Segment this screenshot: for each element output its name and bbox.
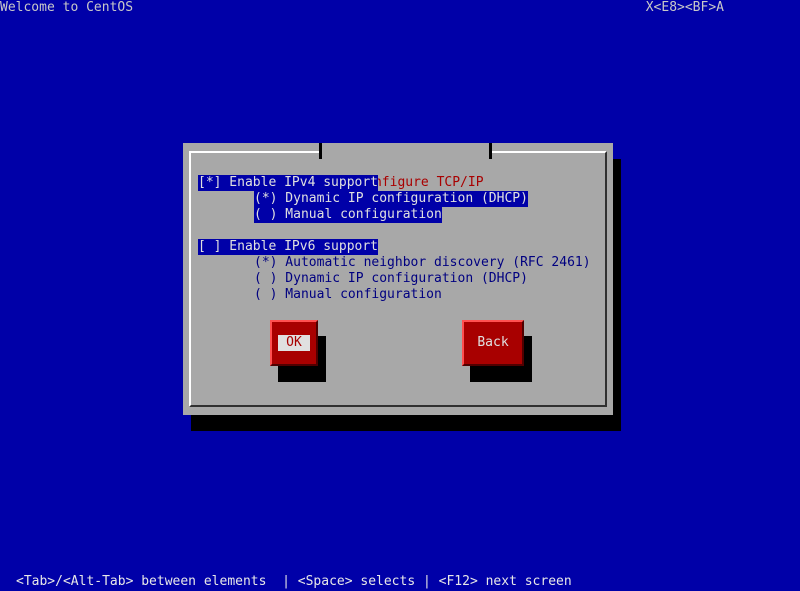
- configure-tcpip-dialog: Configure TCP/IP [*] Enable IPv4 support…: [183, 143, 613, 415]
- dialog-title: Configure TCP/IP: [319, 143, 492, 190]
- ok-button-label: OK: [278, 335, 310, 351]
- back-button[interactable]: Back: [462, 320, 524, 366]
- ipv4-manual-radio[interactable]: ( ) Manual configuration: [254, 207, 442, 223]
- ok-button[interactable]: OK: [270, 320, 318, 366]
- enable-ipv4-checkbox[interactable]: [*] Enable IPv4 support: [198, 175, 379, 191]
- title-bracket-right: [488, 143, 492, 159]
- enable-ipv6-checkbox[interactable]: [ ] Enable IPv6 support: [198, 239, 379, 255]
- back-button-label: Back: [477, 335, 509, 350]
- status-indicator: X<E8><BF>A: [645, 0, 724, 15]
- title-bracket-left: [319, 143, 322, 159]
- ipv6-auto-neighbor-radio[interactable]: (*) Automatic neighbor discovery (RFC 24…: [254, 255, 591, 271]
- ipv4-dhcp-radio[interactable]: (*) Dynamic IP configuration (DHCP): [254, 191, 528, 207]
- screen-title: Welcome to CentOS: [0, 0, 134, 15]
- ipv6-manual-radio[interactable]: ( ) Manual configuration: [254, 287, 442, 303]
- help-line: <Tab>/<Alt-Tab> between elements | <Spac…: [16, 574, 572, 589]
- ipv6-dhcp-radio[interactable]: ( ) Dynamic IP configuration (DHCP): [254, 271, 528, 287]
